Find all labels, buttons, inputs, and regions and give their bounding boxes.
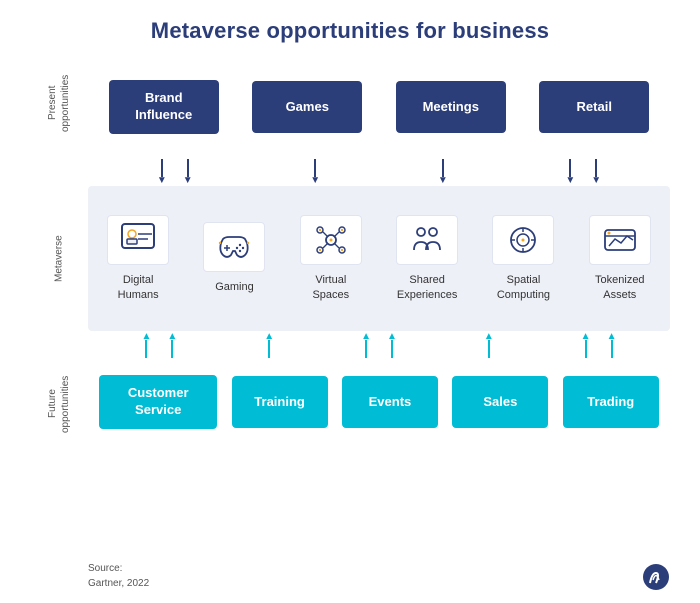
present-row: Present opportunities BrandInfluence Gam… [30, 58, 670, 148]
metaverse-item-digital-humans: DigitalHumans [93, 215, 183, 302]
arrow-down-6 [591, 159, 601, 186]
metaverse-item-shared-experiences: SharedExperiences [382, 215, 472, 302]
present-content: BrandInfluence Games Meetings Retail [88, 58, 670, 148]
metaverse-icon-spatial-computing [492, 215, 554, 265]
future-row: Future opportunities CustomerService Tra… [30, 369, 670, 439]
metaverse-icon-shared-experiences [396, 215, 458, 265]
shared-experiences-label: SharedExperiences [397, 273, 458, 302]
rows-container: Present opportunities BrandInfluence Gam… [30, 58, 670, 553]
spatial-computing-icon [504, 222, 542, 258]
main-container: Metaverse opportunities for business Pre… [0, 0, 700, 603]
tokenized-assets-icon [601, 222, 639, 258]
metaverse-item-spatial-computing: SpatialComputing [478, 215, 568, 302]
arrow-up-7 [581, 331, 591, 358]
arrow-down-2 [183, 159, 193, 186]
present-box-games: Games [252, 81, 362, 133]
arrow-up-4 [361, 331, 371, 358]
gaming-label: Gaming [215, 280, 254, 294]
metaverse-icon-virtual-spaces [300, 215, 362, 265]
shared-experiences-icon [408, 222, 446, 258]
present-box-retail: Retail [539, 81, 649, 133]
future-content: CustomerService Training Events Sales Tr… [88, 369, 670, 439]
arrow-up-group-cs [141, 331, 177, 358]
metaverse-icon-digital-humans [107, 215, 169, 265]
metaverse-item-virtual-spaces: VirtualSpaces [286, 215, 376, 302]
tokenized-assets-label: TokenizedAssets [595, 273, 645, 302]
arrow-up-5 [387, 331, 397, 358]
present-label: Present opportunities [30, 58, 88, 148]
arrow-up-2 [167, 331, 177, 358]
logo-icon [642, 563, 670, 591]
arrow-down-group-games [310, 159, 320, 186]
arrow-up-3 [264, 331, 274, 358]
metaverse-item-gaming: Gaming [189, 222, 279, 294]
source-text: Source: Gartner, 2022 [88, 561, 149, 591]
arrow-down-group-retail [565, 159, 601, 186]
arrow-up-6 [484, 331, 494, 358]
future-label: Future opportunities [30, 369, 88, 439]
arrow-down-3 [310, 159, 320, 186]
metaverse-content: DigitalHumans [88, 186, 670, 331]
spatial-computing-label: SpatialComputing [497, 273, 550, 302]
arrow-up-1 [141, 331, 151, 358]
future-box-trading: Trading [563, 376, 659, 428]
arrow-down-4 [438, 159, 448, 186]
present-box-brand: BrandInfluence [109, 80, 219, 134]
virtual-spaces-label: VirtualSpaces [312, 273, 349, 302]
arrow-down-group-meetings [438, 159, 448, 186]
future-box-training: Training [232, 376, 328, 428]
arrow-up-group-training [264, 331, 274, 358]
future-box-customer-service: CustomerService [99, 375, 217, 429]
future-box-sales: Sales [452, 376, 548, 428]
arrow-up-group-trading [581, 331, 617, 358]
digital-humans-label: DigitalHumans [118, 273, 159, 302]
arrow-down-group-brand [157, 159, 193, 186]
metaverse-icon-gaming [203, 222, 265, 272]
future-box-events: Events [342, 376, 438, 428]
virtual-spaces-icon [312, 222, 350, 258]
arrows-up-row [30, 331, 670, 369]
footer: Source: Gartner, 2022 [30, 557, 670, 591]
present-box-meetings: Meetings [396, 81, 506, 133]
metaverse-item-tokenized-assets: TokenizedAssets [575, 215, 665, 302]
arrows-down-row [30, 148, 670, 186]
metaverse-row: Metaverse DigitalHumans [30, 186, 670, 331]
page-title: Metaverse opportunities for business [30, 18, 670, 44]
arrow-down-5 [565, 159, 575, 186]
digital-human-icon [119, 222, 157, 258]
metaverse-label: Metaverse [30, 186, 88, 331]
arrow-down-1 [157, 159, 167, 186]
gaming-icon [215, 229, 253, 265]
arrow-up-8 [607, 331, 617, 358]
arrow-up-group-events [361, 331, 397, 358]
metaverse-icon-tokenized-assets [589, 215, 651, 265]
arrow-up-group-sales [484, 331, 494, 358]
